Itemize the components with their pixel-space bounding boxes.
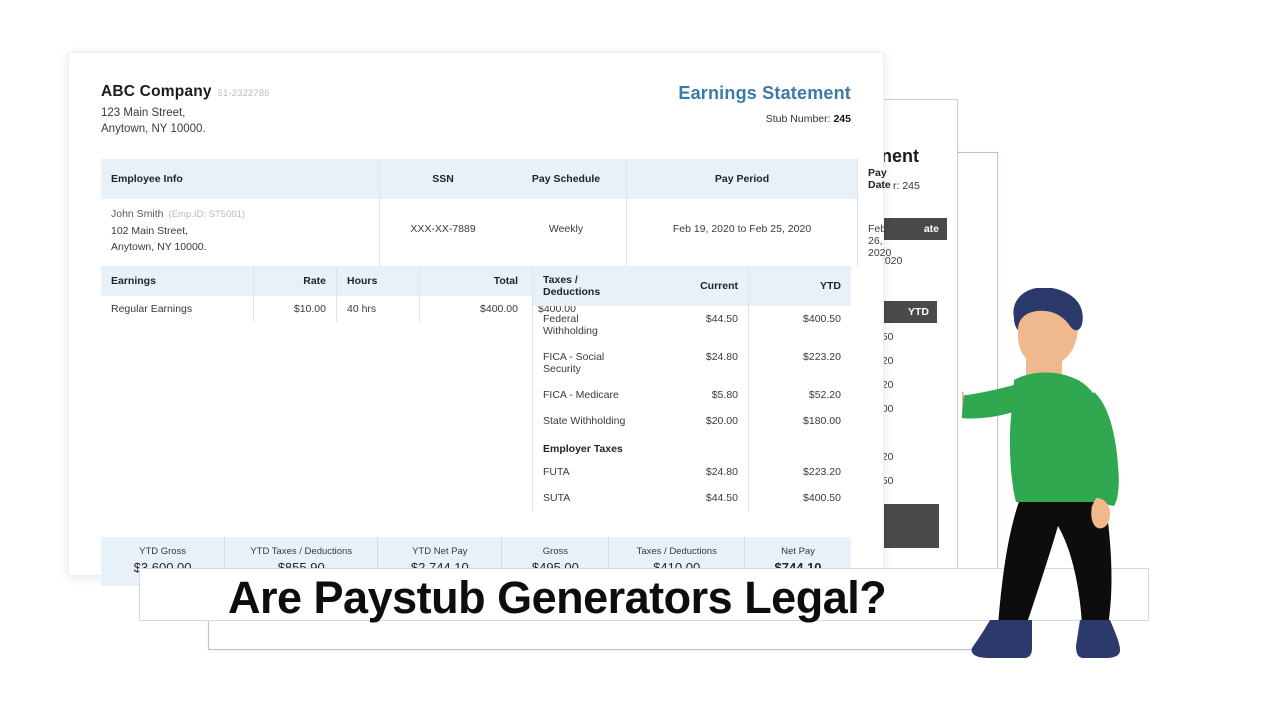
col-employee-info: Employee Info — [111, 173, 183, 185]
col-hours: Hours — [336, 266, 420, 296]
col-deductions-ytd: YTD — [748, 266, 851, 306]
employer-tax-current: $44.50 — [705, 492, 738, 504]
earnings-hours: 40 hrs — [336, 296, 420, 322]
earnings-rate: $10.00 — [253, 296, 337, 322]
earnings-deductions-section: Earnings Rate Hours Total YTD Regular Ea… — [101, 266, 851, 511]
company-address-line1: 123 Main Street, — [101, 107, 186, 119]
deduction-description: FICA - Medicare — [543, 389, 619, 401]
employee-name: John Smith — [111, 208, 164, 220]
deduction-current: $5.80 — [711, 389, 738, 401]
company-address: 123 Main Street, Anytown, NY 10000. — [101, 105, 270, 137]
paystub-card-main[interactable]: ABC Company 51-2322786 123 Main Street, A… — [68, 52, 891, 586]
deduction-current: $24.80 — [705, 351, 738, 363]
grey-statement-title: nent — [881, 146, 919, 166]
company-name: ABC Company — [101, 83, 212, 100]
col-taxes-deductions: Taxes / Deductions — [543, 274, 601, 298]
statement-block: Earnings Statement Stub Number: 245 — [678, 83, 851, 125]
company-name-row: ABC Company 51-2322786 — [101, 83, 270, 101]
employee-details: John Smith (Emp.ID: ST5001) 102 Main Stre… — [101, 199, 380, 266]
deduction-description: Federal Withholding — [543, 313, 598, 337]
earnings-column: Earnings Rate Hours Total YTD Regular Ea… — [101, 266, 576, 511]
col-pay-schedule: Pay Schedule — [531, 173, 601, 185]
employer-tax-description: FUTA — [543, 466, 570, 478]
grey-stub-number: r: 245 — [893, 180, 920, 192]
employer-tax-row: SUTA $44.50 $400.50 — [533, 485, 851, 511]
earnings-total: $400.00 — [419, 296, 528, 322]
employee-address-line2: Anytown, NY 10000. — [111, 241, 207, 253]
employer-tax-current: $24.80 — [705, 466, 738, 478]
deduction-ytd: $223.20 — [748, 344, 851, 382]
stub-header: ABC Company 51-2322786 123 Main Street, A… — [101, 83, 851, 137]
employee-id: (Emp.ID: ST5001) — [168, 209, 246, 220]
company-address-line2: Anytown, NY 10000. — [101, 123, 206, 135]
employee-ssn: XXX-XX-7889 — [379, 199, 506, 266]
deduction-ytd: $52.20 — [748, 382, 851, 408]
deduction-description: State Withholding — [543, 415, 626, 427]
deduction-current: $44.50 — [705, 313, 738, 325]
earnings-table: Earnings Rate Hours Total YTD Regular Ea… — [101, 266, 576, 322]
employee-name-row: John Smith (Emp.ID: ST5001) — [111, 206, 369, 223]
deduction-row: FICA - Medicare $5.80 $52.20 — [533, 382, 851, 408]
deduction-description: FICA - Social Security — [543, 351, 605, 375]
man-pointing-illustration — [962, 288, 1120, 658]
summary-label: YTD Gross — [139, 546, 187, 557]
deductions-column: Taxes / Deductions Current YTD Federal W… — [532, 266, 851, 511]
earnings-description: Regular Earnings — [111, 303, 193, 315]
employee-pay-period: Feb 19, 2020 to Feb 25, 2020 — [626, 199, 858, 266]
screenshot-stage: nent er: 245 ate 2020 YTD 0.50 3.20 2.20… — [0, 0, 1280, 720]
employee-info-row: John Smith (Emp.ID: ST5001) 102 Main Stre… — [101, 199, 891, 266]
deduction-current: $20.00 — [705, 415, 738, 427]
employee-info-table: Employee Info SSN Pay Schedule Pay Perio… — [101, 159, 891, 266]
summary-label: Gross — [542, 546, 569, 557]
summary-label: Taxes / Deductions — [636, 546, 717, 557]
col-total: Total — [419, 266, 528, 296]
summary-label: YTD Taxes / Deductions — [250, 546, 353, 557]
deductions-header-row: Taxes / Deductions Current YTD — [533, 266, 851, 306]
employer-taxes-header-row: Employer Taxes — [533, 434, 851, 459]
col-ssn: SSN — [379, 159, 506, 199]
company-block: ABC Company 51-2322786 123 Main Street, A… — [101, 83, 270, 137]
col-current: Current — [700, 280, 738, 292]
employee-info-header-row: Employee Info SSN Pay Schedule Pay Perio… — [101, 159, 891, 199]
shoe-right-icon — [1076, 620, 1120, 658]
employer-tax-description: SUTA — [543, 492, 571, 504]
deduction-ytd: $180.00 — [748, 408, 851, 434]
summary-label: Net Pay — [781, 546, 815, 557]
deductions-table: Taxes / Deductions Current YTD Federal W… — [533, 266, 851, 511]
summary-label: YTD Net Pay — [412, 546, 468, 557]
col-earnings: Earnings — [111, 275, 156, 287]
employee-address-line1: 102 Main Street, — [111, 225, 189, 237]
deduction-ytd: $400.50 — [748, 306, 851, 344]
stub-number-label: Stub Number: — [765, 113, 831, 125]
col-pay-period: Pay Period — [626, 159, 858, 199]
col-rate: Rate — [253, 266, 337, 296]
page-title: Earnings Statement — [678, 83, 851, 103]
earnings-header-row: Earnings Rate Hours Total YTD — [101, 266, 559, 296]
employee-pay-schedule: Weekly — [548, 223, 584, 235]
shoe-left-icon — [971, 620, 1032, 658]
stub-number-value: 245 — [833, 113, 851, 125]
employer-tax-ytd: $223.20 — [748, 459, 851, 485]
employer-taxes-label: Employer Taxes — [543, 443, 623, 455]
deduction-row: State Withholding $20.00 $180.00 — [533, 408, 851, 434]
earnings-row: Regular Earnings $10.00 40 hrs $400.00 $… — [101, 296, 576, 322]
deduction-row: Federal Withholding $44.50 $400.50 — [533, 306, 851, 344]
stub-number-row: Stub Number: 245 — [678, 113, 851, 125]
deduction-row: FICA - Social Security $24.80 $223.20 — [533, 344, 851, 382]
employer-tax-ytd: $400.50 — [748, 485, 851, 511]
company-ein: 51-2322786 — [217, 88, 270, 98]
employer-tax-row: FUTA $24.80 $223.20 — [533, 459, 851, 485]
